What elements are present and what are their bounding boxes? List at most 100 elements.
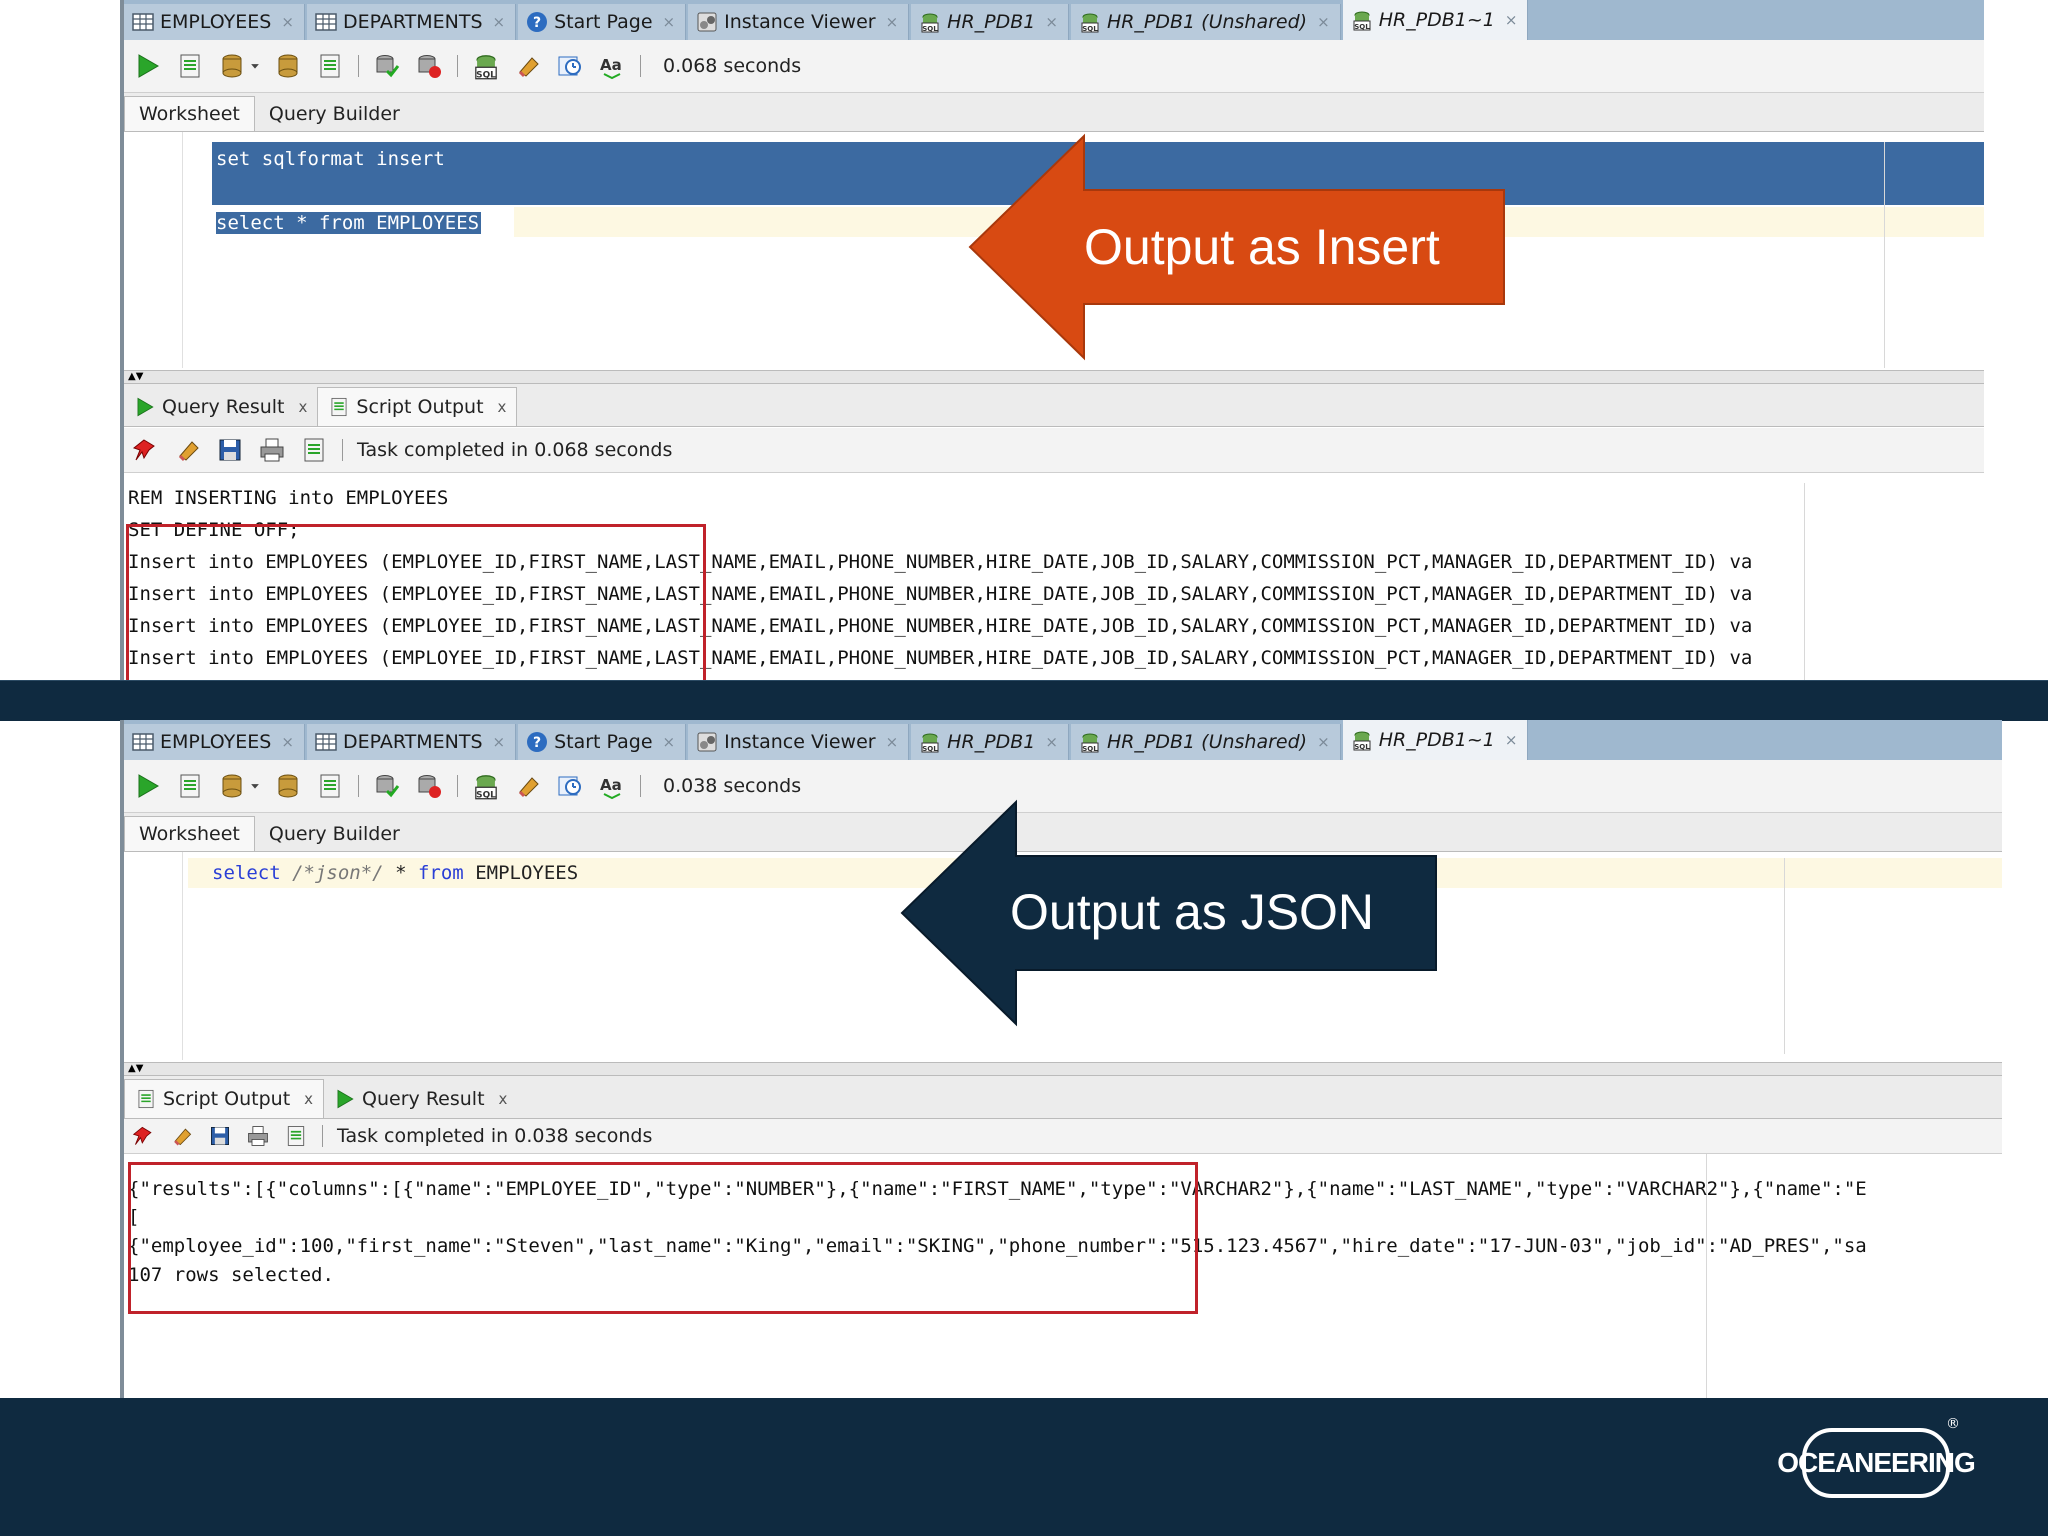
tab-query-builder[interactable]: Query Builder xyxy=(255,97,414,131)
toolbar-separator xyxy=(640,55,641,77)
pane-splitter[interactable]: ▲▼ xyxy=(124,1062,2002,1076)
commit-icon[interactable] xyxy=(218,52,246,80)
eraser-icon[interactable] xyxy=(174,436,202,464)
autotrace-icon[interactable] xyxy=(316,772,344,800)
tab-employees[interactable]: EMPLOYEES × xyxy=(124,4,305,40)
sql-history-icon[interactable] xyxy=(556,52,584,80)
close-icon[interactable]: x xyxy=(304,1090,313,1108)
rollback-db-icon[interactable] xyxy=(415,772,443,800)
close-icon[interactable]: × xyxy=(1317,13,1330,31)
save-icon[interactable] xyxy=(208,1124,232,1148)
line-gutter xyxy=(124,132,183,368)
pane-splitter[interactable]: ▲▼ xyxy=(124,370,1984,384)
close-icon[interactable]: × xyxy=(663,733,676,751)
sql-worksheet-icon xyxy=(1079,11,1101,33)
eraser-icon[interactable] xyxy=(514,772,542,800)
close-icon[interactable]: × xyxy=(493,733,506,751)
close-icon[interactable]: × xyxy=(886,13,899,31)
sql-tuning-icon[interactable] xyxy=(472,772,500,800)
tab-script-output[interactable]: Script Output x xyxy=(317,387,518,426)
slide-footer: OCEANEERING ® xyxy=(0,1398,2048,1536)
close-icon[interactable]: × xyxy=(1505,11,1518,29)
format-case-icon[interactable] xyxy=(598,772,626,800)
format-case-icon[interactable] xyxy=(598,52,626,80)
help-icon xyxy=(526,11,548,33)
chevron-down-icon[interactable] xyxy=(246,52,264,80)
tab-hr-pdb1[interactable]: HR_PDB1 × xyxy=(911,724,1069,760)
output-tabs: Query Result x Script Output x xyxy=(124,384,1984,427)
chevron-down-icon[interactable] xyxy=(246,772,264,800)
explain-plan-icon[interactable] xyxy=(274,52,302,80)
tab-script-output[interactable]: Script Output x xyxy=(124,1079,325,1118)
explain-plan-icon[interactable] xyxy=(274,772,302,800)
sql-line-set-sqlformat: set sqlformat insert xyxy=(216,148,445,170)
run-statement-icon[interactable] xyxy=(134,772,162,800)
close-icon[interactable]: × xyxy=(663,13,676,31)
sql-history-icon[interactable] xyxy=(556,772,584,800)
toolbar-separator xyxy=(457,775,458,797)
commit-icon[interactable] xyxy=(218,772,246,800)
print-icon[interactable] xyxy=(246,1124,270,1148)
oceaneering-logo: OCEANEERING xyxy=(1777,1428,1976,1498)
sql-worksheet-icon xyxy=(1351,729,1373,751)
run-script-icon[interactable] xyxy=(176,772,204,800)
sql-worksheet-icon xyxy=(919,731,941,753)
document-tab-bar: EMPLOYEES × DEPARTMENTS × Start Page × Inst… xyxy=(124,720,2002,760)
sql-worksheet-icon xyxy=(1351,9,1373,31)
script-icon[interactable] xyxy=(284,1124,308,1148)
script-output-area[interactable]: REM INSERTING into EMPLOYEES SET DEFINE … xyxy=(124,473,1984,680)
eraser-icon[interactable] xyxy=(514,52,542,80)
pin-icon[interactable] xyxy=(132,1124,156,1148)
run-script-icon[interactable] xyxy=(176,52,204,80)
close-icon[interactable]: × xyxy=(1045,733,1058,751)
eraser-icon[interactable] xyxy=(170,1124,194,1148)
tab-hr-pdb1[interactable]: HR_PDB1 × xyxy=(911,4,1069,40)
table-icon xyxy=(132,731,154,753)
tab-start-page[interactable]: Start Page × xyxy=(518,4,687,40)
tab-departments[interactable]: DEPARTMENTS × xyxy=(306,4,517,40)
rollback-db-icon[interactable] xyxy=(415,52,443,80)
commit-db-icon[interactable] xyxy=(373,772,401,800)
toolbar-separator xyxy=(358,55,359,77)
tab-hr-pdb1-unshared[interactable]: HR_PDB1 (Unshared) × xyxy=(1070,724,1341,760)
table-icon xyxy=(315,11,337,33)
run-statement-icon[interactable] xyxy=(134,52,162,80)
commit-db-icon[interactable] xyxy=(373,52,401,80)
save-icon[interactable] xyxy=(216,436,244,464)
pin-icon[interactable] xyxy=(132,436,160,464)
close-icon[interactable]: x xyxy=(499,1090,508,1108)
close-icon[interactable]: x xyxy=(299,398,308,416)
tab-start-page[interactable]: Start Page × xyxy=(518,724,687,760)
sql-tuning-icon[interactable] xyxy=(472,52,500,80)
tab-hr-pdb1-1[interactable]: HR_PDB1~1 × xyxy=(1342,0,1529,40)
tab-hr-pdb1-unshared[interactable]: HR_PDB1 (Unshared) × xyxy=(1070,4,1341,40)
autotrace-icon[interactable] xyxy=(316,52,344,80)
close-icon[interactable]: x xyxy=(498,398,507,416)
output-line: REM INSERTING into EMPLOYEES xyxy=(128,487,449,509)
close-icon[interactable]: × xyxy=(1317,733,1330,751)
tab-hr-pdb1-1[interactable]: HR_PDB1~1 × xyxy=(1342,720,1529,760)
script-output-area[interactable]: {"results":[{"columns":[{"name":"EMPLOYE… xyxy=(124,1154,2002,1398)
tab-query-result[interactable]: Query Result x xyxy=(124,388,317,426)
close-icon[interactable]: × xyxy=(281,13,294,31)
close-icon[interactable]: × xyxy=(493,13,506,31)
close-icon[interactable]: × xyxy=(1045,13,1058,31)
tab-employees[interactable]: EMPLOYEES × xyxy=(124,724,305,760)
tab-instance-viewer[interactable]: Instance Viewer × xyxy=(688,724,910,760)
tab-worksheet[interactable]: Worksheet xyxy=(124,816,255,851)
sql-line-select-json: select /*json*/ * from EMPLOYEES xyxy=(212,862,579,884)
output-tabs: Script Output x Query Result x xyxy=(124,1076,2002,1119)
script-icon[interactable] xyxy=(300,436,328,464)
tab-query-builder[interactable]: Query Builder xyxy=(255,817,414,851)
tab-departments[interactable]: DEPARTMENTS × xyxy=(306,724,517,760)
script-icon xyxy=(135,1088,157,1110)
print-icon[interactable] xyxy=(258,436,286,464)
tab-instance-viewer[interactable]: Instance Viewer × xyxy=(688,4,910,40)
close-icon[interactable]: × xyxy=(886,733,899,751)
close-icon[interactable]: × xyxy=(1505,731,1518,749)
tab-worksheet[interactable]: Worksheet xyxy=(124,96,255,131)
tab-query-result[interactable]: Query Result x xyxy=(324,1080,517,1118)
close-icon[interactable]: × xyxy=(281,733,294,751)
output-toolbar: Task completed in 0.068 seconds xyxy=(124,428,1984,473)
task-status: Task completed in 0.038 seconds xyxy=(337,1125,653,1147)
